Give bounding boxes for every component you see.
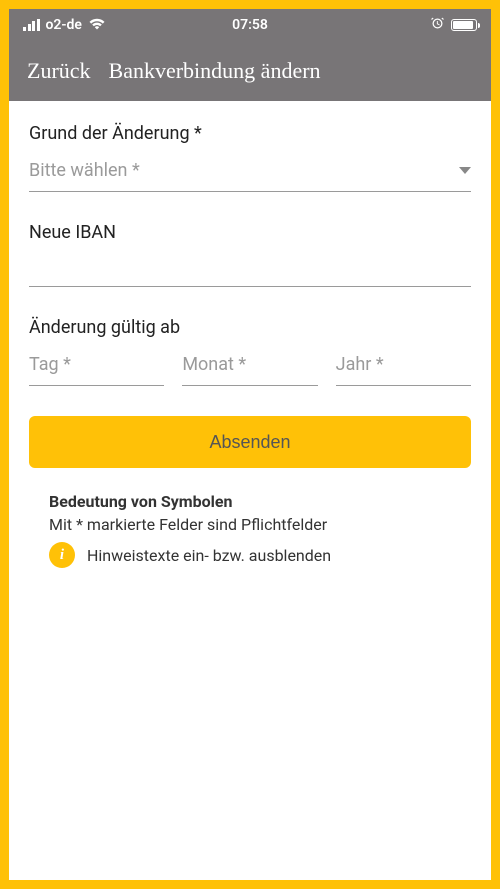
status-left: o2-de	[23, 17, 106, 34]
page-title: Bankverbindung ändern	[109, 58, 321, 84]
iban-label: Neue IBAN	[29, 222, 471, 243]
status-bar: o2-de 07:58	[9, 9, 491, 41]
month-input[interactable]: Monat *	[182, 352, 317, 386]
submit-button[interactable]: Absenden	[29, 416, 471, 468]
back-button[interactable]: Zurück	[27, 58, 91, 84]
battery-icon	[451, 19, 477, 31]
info-icon: i	[49, 542, 75, 568]
signal-icon	[23, 19, 40, 31]
chevron-down-icon	[459, 167, 471, 174]
legend-section: Bedeutung von Symbolen Mit * markierte F…	[9, 468, 491, 568]
legend-info-row: i Hinweistexte ein- bzw. ausblenden	[49, 542, 451, 568]
date-row: Tag * Monat * Jahr *	[29, 352, 471, 386]
legend-info-text: Hinweistexte ein- bzw. ausblenden	[87, 546, 331, 565]
legend-title: Bedeutung von Symbolen	[49, 492, 451, 511]
alarm-icon	[430, 16, 445, 35]
carrier-label: o2-de	[46, 17, 82, 33]
reason-select[interactable]: Bitte wählen *	[29, 158, 471, 192]
status-right	[430, 16, 477, 35]
app-frame: o2-de 07:58 Zurü	[0, 0, 500, 889]
reason-label: Grund der Änderung *	[29, 123, 471, 144]
reason-section: Grund der Änderung * Bitte wählen *	[29, 123, 471, 192]
iban-section: Neue IBAN	[29, 222, 471, 287]
validfrom-section: Änderung gültig ab Tag * Monat * Jahr *	[29, 317, 471, 386]
day-input[interactable]: Tag *	[29, 352, 164, 386]
wifi-icon	[88, 17, 106, 34]
reason-placeholder: Bitte wählen *	[29, 160, 140, 181]
validfrom-label: Änderung gültig ab	[29, 317, 471, 338]
form-content: Grund der Änderung * Bitte wählen * Neue…	[9, 101, 491, 468]
phone-screen: o2-de 07:58 Zurü	[9, 9, 491, 880]
legend-required-text: Mit * markierte Felder sind Pflichtfelde…	[49, 515, 451, 534]
year-input[interactable]: Jahr *	[336, 352, 471, 386]
iban-input[interactable]	[29, 257, 471, 287]
header: Zurück Bankverbindung ändern	[9, 41, 491, 101]
